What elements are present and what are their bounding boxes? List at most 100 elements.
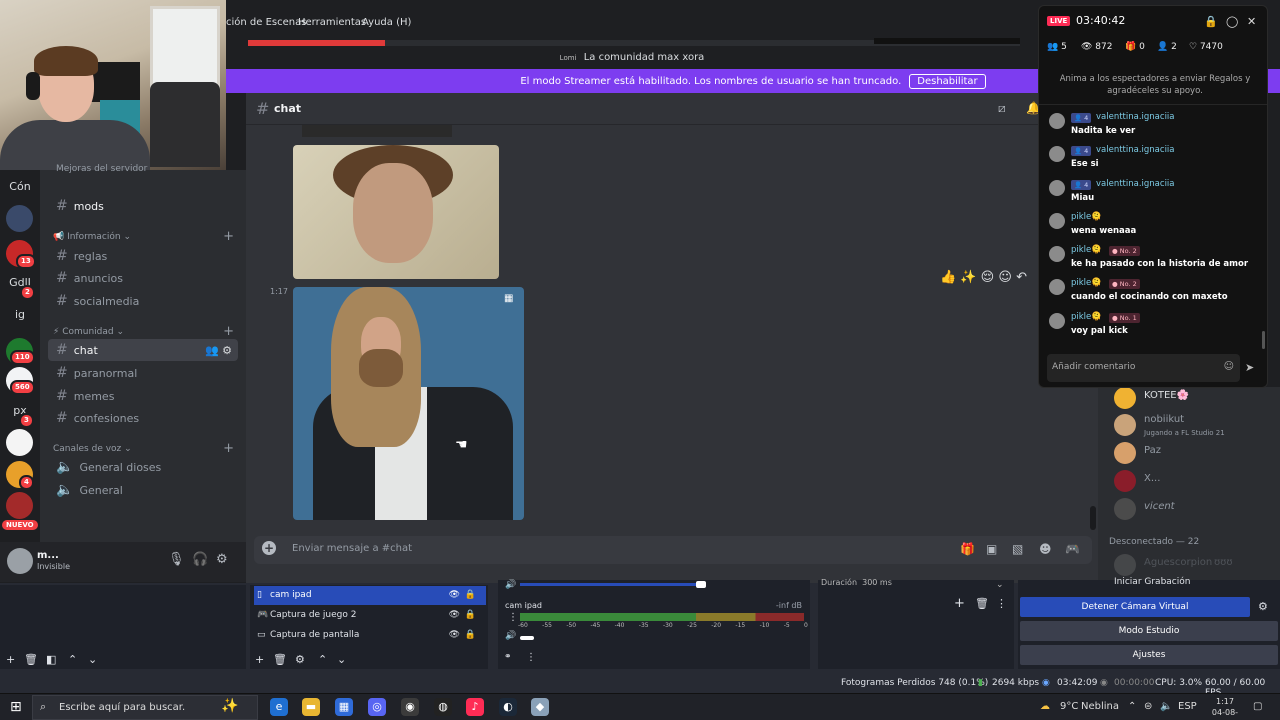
- lock-icon[interactable]: 🔒: [465, 626, 476, 645]
- add-channel-icon[interactable]: +: [223, 441, 234, 456]
- chrome-icon[interactable]: ◉: [401, 698, 419, 716]
- obs-icon[interactable]: ◍: [434, 698, 452, 716]
- channel-socialmedia[interactable]: # socialmedia: [48, 290, 238, 312]
- add-scene-icon[interactable]: +: [6, 653, 15, 666]
- move-down-icon[interactable]: ⌄: [88, 653, 97, 666]
- user-avatar[interactable]: [7, 548, 33, 574]
- channel-reglas[interactable]: # reglas: [48, 245, 238, 267]
- menu-help[interactable]: Ayuda (H): [362, 17, 411, 28]
- mixer-options-icon[interactable]: ⋮: [526, 652, 536, 663]
- source-properties-icon[interactable]: ⚙: [295, 653, 305, 666]
- menu-scene-collection[interactable]: ción de Escenas: [226, 17, 306, 28]
- app-icon[interactable]: ◆: [531, 698, 549, 716]
- taskbar-clock[interactable]: 1:17 04-08-2025: [1203, 696, 1247, 720]
- close-icon[interactable]: ✕: [1247, 15, 1256, 28]
- channel-confesiones[interactable]: # confesiones: [48, 407, 238, 429]
- volume-icon[interactable]: 🔈: [1160, 701, 1172, 712]
- mixer-menu-icon[interactable]: ⋮: [508, 612, 518, 623]
- media-progress-bar[interactable]: [248, 38, 1020, 46]
- lock-icon[interactable]: 🔒: [1204, 15, 1218, 28]
- channel-boost-partial[interactable]: Mejoras del servidor: [48, 162, 238, 176]
- language-indicator[interactable]: ESP: [1178, 701, 1197, 712]
- volume-slider-knob[interactable]: [696, 581, 706, 588]
- channel-memes[interactable]: # memes: [48, 385, 238, 407]
- start-recording-partial[interactable]: Iniciar Grabación: [1114, 577, 1190, 587]
- threads-icon[interactable]: ⧄: [998, 101, 1006, 116]
- commenter-name[interactable]: pikle🫠: [1071, 245, 1102, 255]
- commenter-name[interactable]: valenttina.ignaciia: [1096, 112, 1175, 122]
- visibility-icon[interactable]: 👁: [449, 586, 460, 605]
- visibility-icon[interactable]: 👁: [449, 626, 460, 645]
- member-item[interactable]: KOTEE🌸: [1114, 387, 1274, 409]
- taskbar-search[interactable]: ⌕ Escribe aquí para buscar. ✨: [32, 695, 258, 720]
- channel-anuncios[interactable]: # anuncios: [48, 267, 238, 289]
- attachment-image-2[interactable]: ▦: [293, 287, 524, 520]
- category-informacion[interactable]: 📢 Información ⌄: [53, 232, 131, 242]
- popout-icon[interactable]: ◯: [1226, 15, 1238, 28]
- server-con[interactable]: Cón: [0, 180, 40, 193]
- mixer-speaker-icon[interactable]: 🔊: [505, 580, 516, 590]
- network-icon[interactable]: ⊜: [1144, 701, 1152, 712]
- commenter-name[interactable]: pikle🫠: [1071, 312, 1102, 322]
- source-screen-capture[interactable]: ▭ Captura de pantalla 👁 🔒: [254, 626, 486, 645]
- visibility-icon[interactable]: 👁: [449, 606, 460, 625]
- activities-icon[interactable]: 🎮: [1065, 542, 1080, 556]
- image-actions-icon[interactable]: ▦: [504, 293, 518, 307]
- tray-chevron-icon[interactable]: ⌃: [1128, 701, 1136, 712]
- studio-mode-button[interactable]: Modo Estudio: [1020, 621, 1278, 641]
- headphones-icon[interactable]: 🎧: [192, 552, 208, 567]
- lock-icon[interactable]: 🔒: [465, 606, 476, 625]
- server-gdlj[interactable]: GdlJ: [0, 276, 40, 289]
- tiktok-icon[interactable]: ♪: [466, 698, 484, 716]
- move-down-icon[interactable]: ⌄: [337, 653, 346, 666]
- voice-channel-general-dioses[interactable]: 🔈 General dioses: [48, 456, 238, 478]
- member-item[interactable]: X...: [1114, 470, 1274, 492]
- live-chat-scrollbar[interactable]: [1262, 331, 1265, 349]
- mixer-link-icon[interactable]: ⚭: [504, 652, 512, 662]
- transition-menu-icon[interactable]: ⋮: [996, 597, 1007, 610]
- source-cam-ipad[interactable]: ▯ cam ipad 👁 🔒: [254, 586, 486, 605]
- smile-icon[interactable]: 😌: [981, 270, 995, 285]
- source-game-capture[interactable]: 🎮 Captura de juego 2 👁 🔒: [254, 606, 486, 625]
- notifications-icon[interactable]: ▢: [1253, 701, 1262, 712]
- channel-paranormal[interactable]: # paranormal: [48, 362, 238, 384]
- reply-icon[interactable]: ↶: [1016, 270, 1027, 285]
- commenter-name[interactable]: pikle🫠: [1071, 278, 1102, 288]
- sticker-icon[interactable]: ▧: [1012, 542, 1023, 556]
- disable-streamer-button[interactable]: Deshabilitar: [909, 73, 986, 89]
- duration-dropdown-icon[interactable]: ⌄: [996, 580, 1004, 590]
- server-icon-bird[interactable]: [6, 429, 33, 456]
- remove-transition-icon[interactable]: 🗑: [975, 597, 989, 610]
- member-item-offline[interactable]: Aguescorpion ʊʊʊ: [1114, 554, 1274, 576]
- chat-scrollbar[interactable]: [1090, 506, 1096, 530]
- sparkles-icon[interactable]: ✨: [960, 270, 976, 285]
- remove-source-icon[interactable]: 🗑: [273, 653, 287, 666]
- emoji-icon[interactable]: ☻: [1039, 542, 1052, 556]
- settings-button[interactable]: Ajustes: [1020, 645, 1278, 665]
- volume-slider-track[interactable]: [520, 583, 704, 586]
- file-explorer-icon[interactable]: ▬: [302, 698, 320, 716]
- scene-filter-icon[interactable]: ◧: [46, 653, 56, 666]
- emoji-icon[interactable]: ☺: [1224, 361, 1234, 372]
- message-input[interactable]: + Enviar mensaje a #chat 🎁 ▣ ▧ ☻ 🎮: [254, 536, 1092, 564]
- virtual-camera-settings-icon[interactable]: ⚙: [1258, 600, 1268, 613]
- stop-virtual-camera-button[interactable]: Detener Cámara Virtual: [1020, 597, 1250, 617]
- add-transition-icon[interactable]: +: [954, 596, 965, 611]
- edge-icon[interactable]: e: [270, 698, 288, 716]
- remove-scene-icon[interactable]: 🗑: [24, 653, 38, 666]
- add-channel-icon[interactable]: +: [223, 229, 234, 244]
- store-icon[interactable]: ▦: [335, 698, 353, 716]
- server-ig[interactable]: ig: [0, 308, 40, 321]
- gif-icon[interactable]: ▣: [986, 542, 997, 556]
- member-item[interactable]: vicent: [1114, 498, 1274, 520]
- server-icon-6[interactable]: [6, 492, 33, 519]
- steam-icon[interactable]: ◐: [499, 698, 517, 716]
- member-item[interactable]: Paz: [1114, 442, 1274, 464]
- lock-icon[interactable]: 🔒: [465, 586, 476, 605]
- commenter-name[interactable]: valenttina.ignaciia: [1096, 145, 1175, 155]
- channel-mods[interactable]: # mods: [48, 195, 238, 217]
- channel-chat[interactable]: # chat 👥 ⚙: [48, 339, 238, 361]
- move-up-icon[interactable]: ⌃: [318, 653, 327, 666]
- commenter-name[interactable]: valenttina.ignaciia: [1096, 179, 1175, 189]
- attach-plus-icon[interactable]: +: [262, 541, 276, 555]
